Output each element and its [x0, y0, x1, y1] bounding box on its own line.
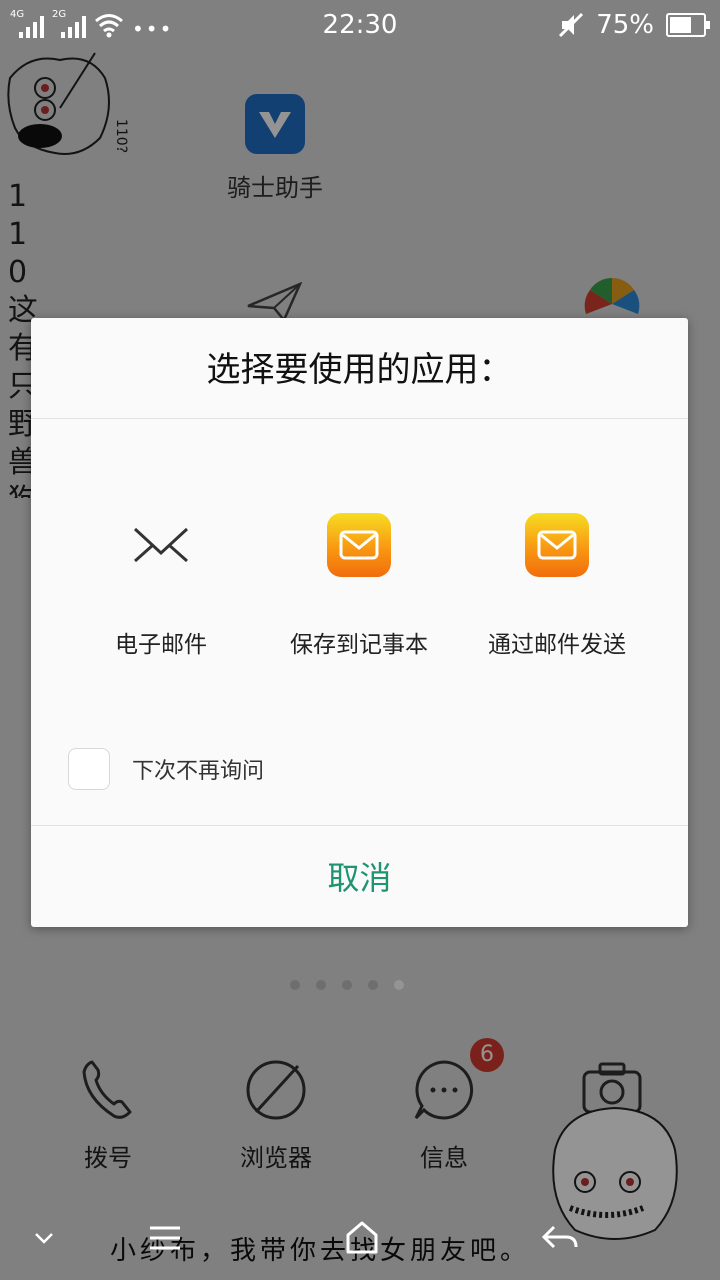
battery-icon	[666, 13, 710, 37]
app-chooser-dialog: 选择要使用的应用： 电子邮件 保存到记事本 通过邮件发送 下次不再询问 取消	[31, 318, 688, 927]
dialog-title: 选择要使用的应用：	[206, 350, 513, 390]
home-icon[interactable]	[344, 1219, 380, 1255]
navigation-bar	[0, 1205, 720, 1280]
qq-mail-icon	[327, 513, 391, 577]
status-bar: 4G 2G ••• 22:30 75%	[0, 0, 720, 52]
battery-percent: 75%	[596, 10, 654, 40]
chevron-down-icon[interactable]	[34, 1231, 54, 1245]
envelope-outline-icon	[129, 513, 193, 577]
app-option-save-to-notepad[interactable]: 保存到记事本	[259, 513, 459, 659]
dont-ask-again-checkbox[interactable]	[68, 748, 110, 790]
app-option-label: 保存到记事本	[290, 632, 428, 658]
qq-mail-icon	[525, 513, 589, 577]
app-option-send-via-mail[interactable]: 通过邮件发送	[457, 513, 657, 659]
divider	[31, 418, 688, 419]
app-option-label: 电子邮件	[115, 632, 207, 658]
cancel-button[interactable]: 取消	[31, 826, 688, 927]
menu-icon[interactable]	[148, 1225, 182, 1251]
app-choice-list: 电子邮件 保存到记事本 通过邮件发送	[31, 513, 688, 663]
back-icon[interactable]	[540, 1223, 580, 1253]
app-option-label: 通过邮件发送	[488, 632, 626, 658]
app-option-email[interactable]: 电子邮件	[61, 513, 261, 659]
mute-icon	[559, 12, 584, 38]
dont-ask-again-label: 下次不再询问	[132, 759, 265, 784]
dont-ask-again-row[interactable]: 下次不再询问	[68, 747, 264, 791]
